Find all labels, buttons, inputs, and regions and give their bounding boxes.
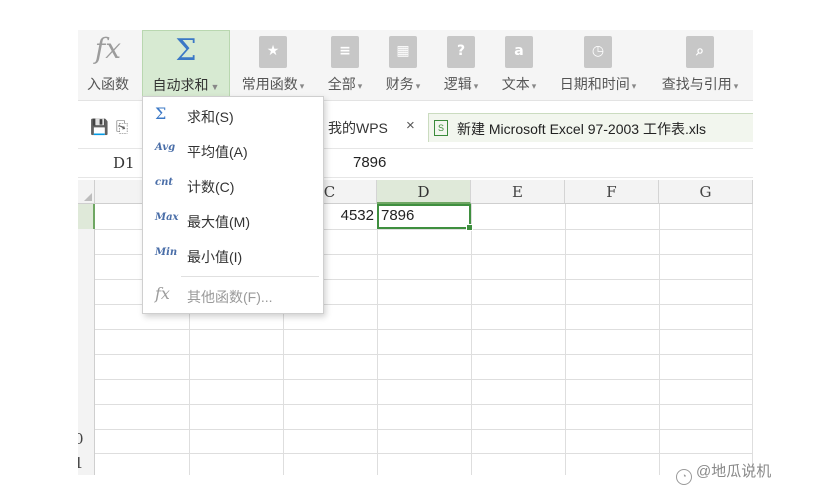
menu-item-max[interactable]: Max 最大值(M): [143, 206, 323, 236]
formula-ribbon: fx 入函数 Σ 自动求和 ▼ ★ 常用函数 ▾ ≡ 全部 ▾ ▦ 财务 ▾ ? 逻辑 ▾…: [78, 30, 753, 101]
menu-item-max-label: 最大值(M): [187, 214, 250, 230]
insert-function-button[interactable]: fx 入函数: [78, 30, 138, 100]
spreadsheet-file-icon: S: [434, 120, 448, 136]
chevron-down-icon: ▾: [531, 81, 537, 91]
finance-functions-label: 财务: [385, 76, 414, 92]
star-icon: ★: [259, 36, 287, 68]
column-header-g[interactable]: G: [659, 180, 753, 204]
chevron-down-icon: ▾: [631, 81, 637, 91]
autosum-label: 自动求和: [152, 77, 209, 93]
column-header-e[interactable]: E: [471, 180, 565, 204]
menu-item-more-functions[interactable]: fx 其他函数(F)...: [143, 281, 323, 311]
autosum-button[interactable]: Σ 自动求和 ▼: [142, 30, 230, 100]
menu-item-count[interactable]: cnt 计数(C): [143, 171, 323, 201]
menu-item-count-label: 计数(C): [187, 179, 235, 195]
menu-item-sum-label: 求和(S): [187, 109, 234, 125]
row-header-10[interactable]: 0: [78, 428, 95, 452]
all-functions-label: 全部: [327, 76, 356, 92]
row-header-1[interactable]: [78, 204, 95, 229]
watermark: ◔ @地瓜说机: [676, 460, 771, 485]
fx-icon: fx: [94, 32, 122, 65]
insert-function-label: 入函数: [87, 76, 129, 92]
min-icon: Min: [155, 247, 178, 258]
menu-item-min[interactable]: Min 最小值(I): [143, 241, 323, 271]
cell-d1[interactable]: 7896: [381, 205, 414, 227]
name-box[interactable]: D1: [113, 154, 135, 172]
finance-icon: ▦: [389, 36, 417, 68]
text-icon: a: [505, 36, 533, 68]
finance-functions-button[interactable]: ▦ 财务 ▾: [374, 30, 432, 100]
logic-functions-button[interactable]: ? 逻辑 ▾: [432, 30, 490, 100]
column-header-f[interactable]: F: [565, 180, 659, 204]
datetime-functions-button[interactable]: ◷ 日期和时间 ▾: [550, 30, 646, 100]
save-icon[interactable]: 💾: [90, 118, 109, 136]
text-functions-button[interactable]: a 文本 ▾: [490, 30, 548, 100]
autosum-dropdown-menu: Σ 求和(S) Avg 平均值(A) cnt 计数(C) Max 最大值(M) …: [142, 96, 324, 314]
chevron-down-icon: ▼: [210, 82, 220, 92]
formula-input[interactable]: 7896: [353, 154, 386, 171]
select-all-corner[interactable]: [78, 180, 95, 204]
chevron-down-icon: ▾: [733, 81, 739, 91]
sigma-icon: Σ: [175, 33, 197, 68]
close-icon[interactable]: ×: [406, 117, 415, 134]
chevron-down-icon: ▾: [415, 81, 421, 91]
clock-icon: ◷: [584, 36, 612, 68]
fx-icon: fx: [155, 284, 170, 303]
tab-workbook[interactable]: S 新建 Microsoft Excel 97-2003 工作表.xls: [428, 113, 753, 142]
menu-item-average[interactable]: Avg 平均值(A): [143, 136, 323, 166]
max-icon: Max: [155, 212, 179, 223]
cnt-icon: cnt: [155, 177, 173, 188]
chevron-down-icon: ▾: [299, 81, 305, 91]
menu-separator: [181, 276, 319, 277]
all-functions-button[interactable]: ≡ 全部 ▾: [316, 30, 374, 100]
common-functions-button[interactable]: ★ 常用函数 ▾: [232, 30, 314, 100]
menu-item-average-label: 平均值(A): [187, 144, 248, 160]
text-functions-label: 文本: [501, 76, 530, 92]
lookup-functions-button[interactable]: ⌕ 查找与引用 ▾: [650, 30, 750, 100]
sigma-icon: Σ: [155, 104, 167, 123]
datetime-functions-label: 日期和时间: [559, 76, 630, 92]
menu-item-more-functions-label: 其他函数(F)...: [187, 289, 273, 305]
watermark-text: @地瓜说机: [696, 463, 772, 480]
common-functions-label: 常用函数: [241, 76, 298, 92]
lookup-functions-label: 查找与引用: [661, 76, 732, 92]
question-icon: ?: [447, 36, 475, 68]
menu-item-min-label: 最小值(I): [187, 249, 243, 265]
menu-item-sum[interactable]: Σ 求和(S): [143, 101, 323, 131]
magnifier-icon: ⌕: [686, 36, 714, 68]
watermark-logo-icon: ◔: [676, 469, 692, 485]
logic-functions-label: 逻辑: [443, 76, 472, 92]
list-icon: ≡: [331, 36, 359, 68]
chevron-down-icon: ▾: [357, 81, 363, 91]
column-header-d[interactable]: D: [377, 180, 471, 204]
tab-workbook-label: 新建 Microsoft Excel 97-2003 工作表.xls: [457, 121, 706, 137]
chevron-down-icon: ▾: [473, 81, 479, 91]
export-icon[interactable]: ⎘: [116, 118, 132, 136]
avg-icon: Avg: [155, 142, 176, 153]
tab-mywps[interactable]: 我的WPS: [328, 118, 388, 138]
spreadsheet-window: fx 入函数 Σ 自动求和 ▼ ★ 常用函数 ▾ ≡ 全部 ▾ ▦ 财务 ▾ ? 逻辑 ▾…: [78, 30, 753, 475]
row-header-11[interactable]: 1: [78, 452, 95, 475]
